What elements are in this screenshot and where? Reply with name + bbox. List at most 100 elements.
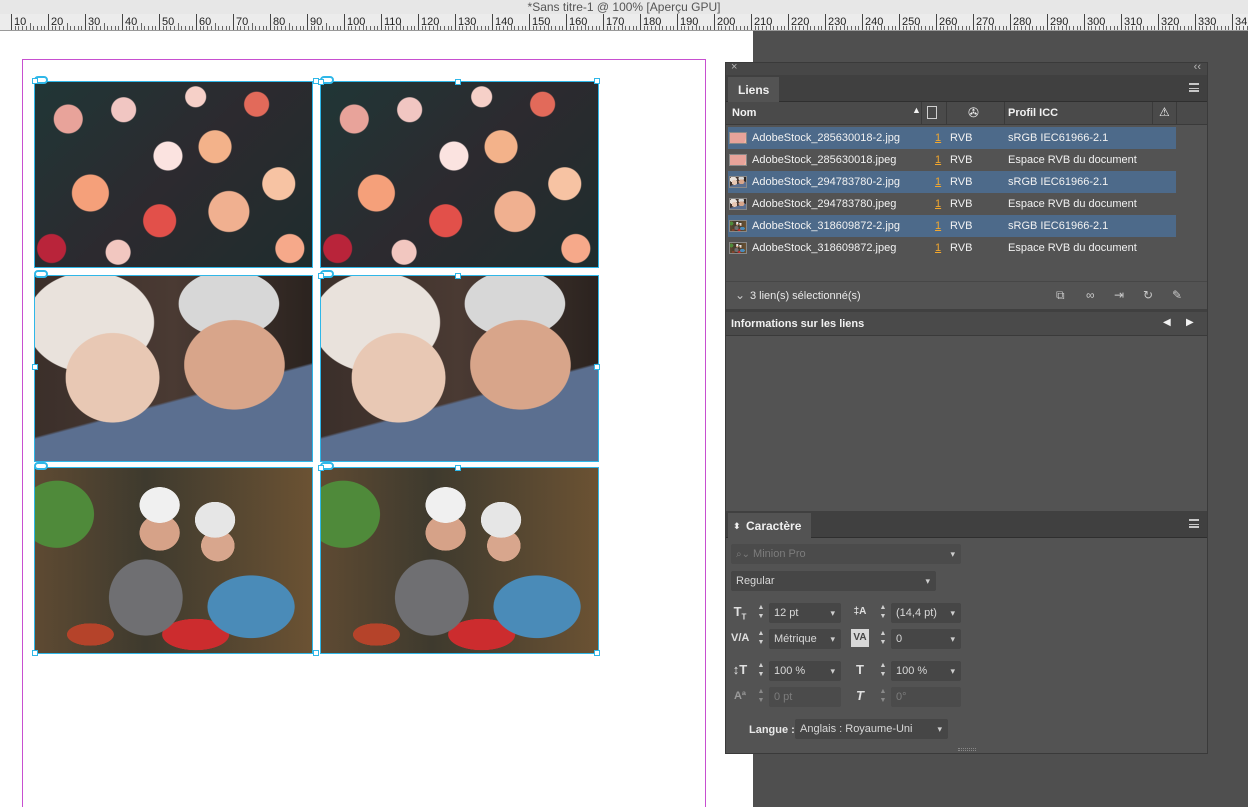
go-to-link-icon[interactable]: ⇥	[1114, 288, 1124, 302]
link-row[interactable]: AdobeStock_294783780-2.jpg 1 RVB sRGB IEC61…	[728, 171, 1176, 193]
link-row[interactable]: AdobeStock_318609872-2.jpg 1 RVB sRGB IEC61…	[728, 215, 1176, 237]
vertical-scale-field[interactable]: 100 % ▾	[769, 661, 841, 681]
vertical-scale-stepper[interactable]: ▲ ▼	[756, 661, 766, 681]
selection-handle[interactable]	[594, 650, 600, 656]
ruler-tick	[1228, 26, 1230, 30]
horizontal-ruler[interactable]: 10 20 30 40 50 60 70 80 90 100 110 120 130 140 150 160 1…	[0, 14, 1248, 31]
selection-handle[interactable]	[318, 79, 324, 85]
edit-original-icon[interactable]: ✎	[1172, 288, 1182, 302]
ruler-tick	[976, 26, 978, 30]
ruler-tick	[303, 26, 305, 30]
next-link-icon[interactable]: ▶	[1186, 317, 1194, 328]
ruler-tick	[277, 26, 279, 30]
image-frame-flowers[interactable]	[34, 81, 313, 268]
close-panel-icon[interactable]: ×	[731, 61, 737, 73]
link-page-number[interactable]: 1	[935, 154, 941, 166]
selection-handle[interactable]	[318, 465, 324, 471]
selection-handle[interactable]	[32, 650, 38, 656]
ruler-tick	[873, 26, 875, 30]
image-frame-elderly-couple-cooking[interactable]	[34, 467, 313, 654]
selection-handle[interactable]	[455, 273, 461, 279]
link-chain-icon[interactable]	[34, 462, 48, 470]
ruler-tick	[599, 26, 601, 30]
chevron-down-icon[interactable]: ▾	[925, 571, 930, 591]
tracking-stepper[interactable]: ▲ ▼	[878, 629, 888, 649]
link-row[interactable]: AdobeStock_318609872.jpeg 1 RVB Espace RVB …	[728, 237, 1176, 259]
chevron-down-icon[interactable]: ▾	[937, 719, 942, 739]
resize-grip[interactable]	[958, 748, 976, 751]
horizontal-scale-stepper[interactable]: ▲ ▼	[878, 661, 888, 681]
column-name[interactable]: Nom	[732, 107, 756, 119]
selection-handle[interactable]	[594, 364, 600, 370]
image-frame-elderly-couple-cooking[interactable]	[320, 467, 599, 654]
chevron-down-icon[interactable]: ▾	[950, 661, 955, 681]
selection-handle[interactable]	[318, 273, 324, 279]
leading-stepper[interactable]: ▲ ▼	[878, 603, 888, 623]
chevron-down-icon[interactable]: ▾	[950, 544, 955, 564]
ruler-tick	[1169, 26, 1171, 30]
font-size-stepper[interactable]: ▲ ▼	[756, 603, 766, 623]
selection-handle[interactable]	[455, 465, 461, 471]
page-column-icon[interactable]	[927, 106, 937, 119]
leading-field[interactable]: (14,4 pt) ▾	[891, 603, 961, 623]
language-select[interactable]: Anglais : Royaume-Uni ▾	[795, 719, 948, 739]
ruler-tick	[1143, 26, 1145, 30]
link-info-header[interactable]: Informations sur les liens ◀ ▶	[726, 309, 1207, 336]
link-chain-icon[interactable]	[34, 270, 48, 278]
ruler-tick	[1043, 26, 1045, 30]
sort-ascending-icon[interactable]: ▲	[912, 105, 921, 115]
chevron-down-icon[interactable]: ▾	[830, 603, 835, 623]
column-icc-profile[interactable]: Profil ICC	[1008, 107, 1058, 119]
link-row[interactable]: AdobeStock_285630018-2.jpg 1 RVB sRGB IEC61…	[728, 127, 1176, 149]
image-frame-elderly-couple-forehead[interactable]	[34, 275, 313, 462]
horizontal-scale-field[interactable]: 100 % ▾	[891, 661, 961, 681]
font-size-field[interactable]: 12 pt ▾	[769, 603, 841, 623]
baseline-shift-field[interactable]: 0 pt	[769, 687, 841, 707]
kerning-field[interactable]: Métrique ▾	[769, 629, 841, 649]
tab-links[interactable]: Liens	[728, 77, 780, 103]
warning-column-icon[interactable]: ⚠	[1159, 105, 1170, 119]
link-page-number[interactable]: 1	[935, 176, 941, 188]
font-style-select[interactable]: Regular ▾	[731, 571, 936, 591]
link-page-number[interactable]: 1	[935, 198, 941, 210]
baseline-shift-stepper[interactable]: ▲ ▼	[756, 687, 766, 707]
tracking-field[interactable]: 0 ▾	[891, 629, 961, 649]
skew-field[interactable]: 0°	[891, 687, 961, 707]
relink-icon[interactable]: ∞	[1086, 288, 1095, 302]
selection-handle[interactable]	[455, 79, 461, 85]
chevron-down-icon[interactable]: ▾	[830, 629, 835, 649]
ruler-tick	[621, 23, 623, 30]
link-row[interactable]: AdobeStock_285630018.jpeg 1 RVB Espace RVB …	[728, 149, 1176, 171]
skew-stepper[interactable]: ▲ ▼	[878, 687, 888, 707]
chevron-down-icon[interactable]: ▾	[950, 603, 955, 623]
previous-link-icon[interactable]: ◀	[1163, 317, 1171, 328]
panel-menu-icon[interactable]	[1189, 83, 1199, 92]
image-frame-flowers[interactable]	[320, 81, 599, 268]
ruler-tick	[702, 26, 704, 30]
link-row[interactable]: AdobeStock_294783780.jpeg 1 RVB Espace RVB …	[728, 193, 1176, 215]
selection-handle[interactable]	[32, 78, 38, 84]
link-page-number[interactable]: 1	[935, 132, 941, 144]
kerning-stepper[interactable]: ▲ ▼	[756, 629, 766, 649]
link-icc-profile: sRGB IEC61966-2.1	[1008, 132, 1109, 144]
update-link-icon[interactable]: ↻	[1143, 288, 1153, 302]
chevron-down-icon[interactable]: ▾	[830, 661, 835, 681]
font-family-field[interactable]: ⌕⌄ Minion Pro ▾	[731, 544, 961, 564]
image-frame-elderly-couple-forehead[interactable]	[320, 275, 599, 462]
selection-handle[interactable]	[313, 650, 319, 656]
tab-character[interactable]: ⬍ Caractère	[728, 513, 812, 539]
link-page-number[interactable]: 1	[935, 220, 941, 232]
expand-collapse-icon[interactable]: ⬍	[733, 513, 741, 539]
collapse-panel-icon[interactable]: ‹‹	[1194, 61, 1201, 73]
ruler-tick	[614, 26, 616, 30]
character-menu-icon[interactable]	[1189, 519, 1199, 528]
link-page-number[interactable]: 1	[935, 242, 941, 254]
ruler-tick	[884, 26, 886, 30]
chevron-down-icon[interactable]: ⌄	[735, 288, 745, 302]
color-space-column-icon[interactable]: ✇	[968, 105, 979, 121]
selection-handle[interactable]	[594, 78, 600, 84]
chevron-down-icon[interactable]: ▾	[950, 629, 955, 649]
selection-handle[interactable]	[32, 364, 38, 370]
relink-to-folder-icon[interactable]: ⧉	[1056, 288, 1065, 303]
ruler-tick	[321, 26, 323, 30]
